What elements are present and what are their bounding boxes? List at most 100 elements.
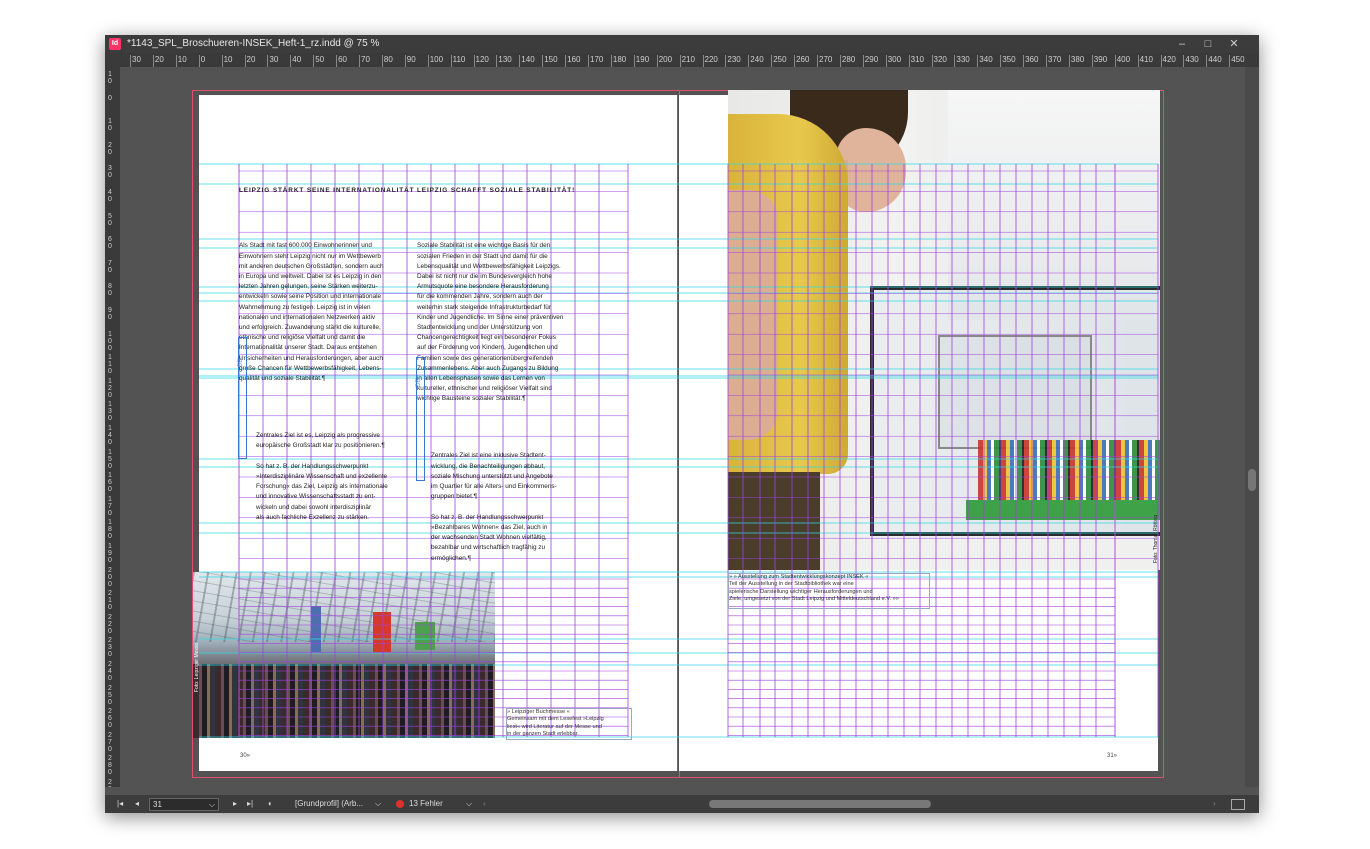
- text-line: Kinder und Jugendliche. Im Sinne einer p…: [417, 313, 564, 321]
- last-page-icon[interactable]: ▸|: [247, 798, 253, 810]
- minimize-button[interactable]: –: [1171, 36, 1193, 52]
- page-number-right: 31»: [1107, 753, 1118, 759]
- text-line: wickeln und dabei sowohl interdisziplinä…: [256, 503, 372, 511]
- caption-ausstellung[interactable]: » » Ausstellung zum Stadtentwicklungskon…: [728, 573, 930, 609]
- ruler-tick: [885, 55, 887, 67]
- ruler-tick: [198, 55, 200, 67]
- text-frame-stabilitaet[interactable]: LEIPZIG SCHAFFT SOZIALE STABILITÄT! Sozi…: [417, 166, 575, 584]
- heading-stabilitaet: LEIPZIG SCHAFFT SOZIALE STABILITÄT!: [417, 187, 576, 195]
- pasteboard[interactable]: Foto: Leipziger Messe Foto: Thomas Rötti…: [120, 67, 1245, 787]
- split-view-icon[interactable]: [1231, 799, 1245, 810]
- ruler-label: 290: [864, 55, 879, 64]
- ruler-tick: [702, 55, 704, 67]
- vertical-scroll-thumb[interactable]: [1248, 469, 1256, 491]
- ruler-tick: [1183, 55, 1185, 67]
- ruler-label: 60: [338, 55, 347, 64]
- ruler-label: 200: [108, 566, 112, 588]
- caption-line: » Leipziger Buchmesse «: [507, 709, 570, 715]
- maximize-button[interactable]: □: [1197, 36, 1219, 52]
- text-line: ermöglichen.¶: [431, 554, 472, 562]
- caption-buchmesse[interactable]: » Leipziger Buchmesse «Gemeinsam mit dem…: [506, 708, 632, 740]
- text-line: in allen Lebensphasen sowie das Lernen v…: [417, 375, 545, 383]
- ruler-label: 10: [108, 118, 112, 133]
- text-line: ethnische und religiöse Vielfalt und dam…: [239, 334, 366, 342]
- ruler-label: 160: [108, 472, 112, 494]
- text-line: gruppen bietet.¶: [431, 493, 478, 501]
- text-line: Dabei ist nicht nur die im Bundesverglei…: [417, 273, 552, 281]
- ruler-label: 130: [108, 401, 112, 423]
- ruler-label: 450: [1231, 55, 1245, 64]
- error-count[interactable]: 13 Fehler: [409, 798, 443, 810]
- ruler-label: 40: [108, 189, 112, 203]
- ruler-label: 130: [498, 55, 512, 64]
- text-line: auf der Förderung von Kindern, Jugendlic…: [417, 344, 558, 352]
- ruler-tick: [359, 55, 360, 67]
- vertical-ruler[interactable]: 1001020304050607080901001101201301401501…: [105, 67, 120, 787]
- ruler-label: 150: [544, 55, 558, 64]
- ruler-label: 110: [108, 354, 112, 376]
- ruler-tick: [1160, 55, 1162, 67]
- ruler-label: 220: [108, 613, 112, 635]
- prev-page-icon[interactable]: ◂: [135, 798, 139, 810]
- ruler-label: 310: [910, 55, 924, 64]
- errors-chevron-icon[interactable]: ⌵: [466, 798, 472, 810]
- first-page-icon[interactable]: |◂: [117, 798, 123, 810]
- ruler-origin-corner[interactable]: [105, 53, 121, 67]
- ruler-label: 400: [1116, 55, 1131, 64]
- horizontal-ruler[interactable]: 30 20 10 0 10 20 30 40 50 60 70 80 90 100 110 120 130 140…: [120, 53, 1259, 67]
- ruler-tick: [977, 55, 979, 67]
- text-line: der wachsenden Stadt Wohnen vielfältig,: [431, 534, 547, 542]
- text-line: soziale Mischung unterstützt und Angebot…: [431, 472, 553, 480]
- scroll-left-icon[interactable]: ‹: [483, 798, 486, 810]
- ruler-tick: [336, 55, 338, 67]
- ruler-label: 30: [108, 165, 112, 180]
- scroll-right-icon[interactable]: ›: [1213, 798, 1216, 810]
- page-dropdown-chevron-icon[interactable]: ⌵: [209, 799, 215, 811]
- caption-line: » » Ausstellung zum Stadtentwicklungskon…: [729, 574, 869, 580]
- next-page-icon[interactable]: ▸: [233, 798, 237, 810]
- text-line: für die kommenden Jahre, sondern auch de…: [417, 293, 543, 301]
- text-line: Zentrales Ziel ist es, Leipzig als progr…: [256, 432, 380, 440]
- ruler-tick: [427, 55, 429, 67]
- ruler-label: 170: [108, 495, 112, 517]
- ruler-label: 20: [246, 55, 256, 64]
- ruler-label: 290: [108, 779, 112, 787]
- text-line: nationalen und internationalen Netzwerke…: [239, 313, 376, 321]
- ruler-label: 110: [452, 55, 466, 64]
- caption-line: liest« wird Literatur auf der Messe und: [507, 723, 602, 730]
- ruler-label: 160: [567, 55, 581, 64]
- ruler-label: 240: [108, 661, 112, 682]
- ruler-label: 340: [979, 55, 993, 64]
- ruler-label: 260: [108, 708, 112, 730]
- ruler-tick: [381, 55, 383, 67]
- text-frame-internationalitaet[interactable]: LEIPZIG STÄRKT SEINE INTERNATIONALITÄT A…: [239, 166, 414, 543]
- text-line: Chancengerechtigkeit liegt ein besondere…: [417, 334, 556, 342]
- text-line: letzten Jahren gelungen, seine Stärken w…: [239, 283, 378, 291]
- ruler-tick: [1114, 55, 1116, 67]
- ruler-label: 40: [292, 55, 302, 64]
- ruler-tick: [610, 55, 612, 67]
- horizontal-scroll-thumb[interactable]: [709, 800, 931, 808]
- ruler-label: 120: [475, 55, 489, 64]
- ruler-label: 190: [635, 55, 650, 64]
- ruler-tick: [817, 55, 818, 67]
- ruler-label: 230: [108, 637, 112, 659]
- ruler-label: 440: [1208, 55, 1222, 64]
- ruler-tick: [404, 55, 406, 67]
- ruler-label: 0: [108, 94, 112, 102]
- ruler-label: 170: [590, 55, 604, 64]
- ruler-label: 10: [108, 71, 112, 85]
- close-button[interactable]: ✕: [1223, 36, 1245, 52]
- ruler-tick: [588, 55, 589, 67]
- text-line: »Interdisziplinäre Wissenschaft und exze…: [256, 472, 388, 480]
- ruler-tick: [496, 55, 498, 67]
- profile-chevron-icon[interactable]: ⌵: [375, 798, 381, 810]
- open-file-icon[interactable]: ◐: [268, 798, 273, 810]
- ruler-tick: [565, 55, 567, 67]
- ruler-tick: [954, 55, 956, 67]
- ziel-stabilitaet: Zentrales Ziel ist eine inklusive Stadte…: [417, 451, 575, 563]
- ruler-tick: [1023, 55, 1025, 67]
- preflight-profile[interactable]: [Grundprofil] (Arb...: [295, 798, 363, 810]
- page-number-field[interactable]: 31 ⌵: [149, 798, 219, 811]
- vertical-scrollbar[interactable]: [1245, 67, 1259, 787]
